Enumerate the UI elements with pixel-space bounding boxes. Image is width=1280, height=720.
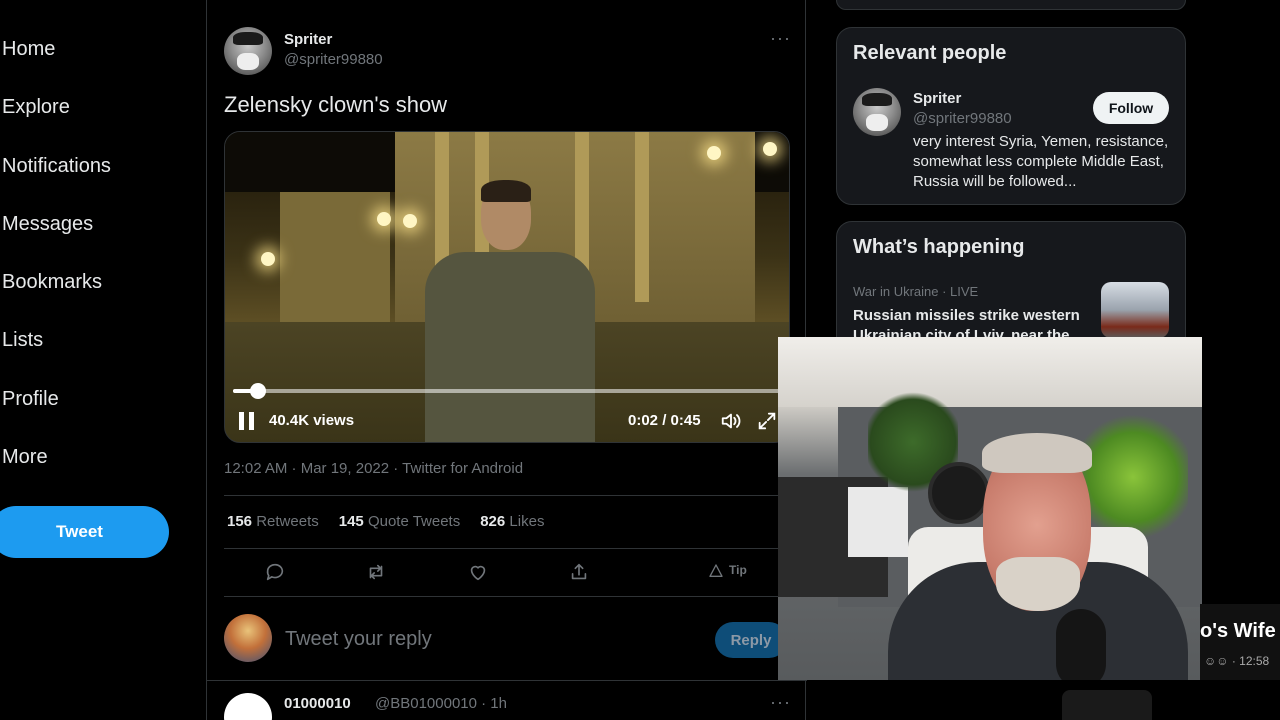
author-handle[interactable]: @spriter99880 (284, 51, 383, 68)
main-column: Spriter @spriter99880 ··· Zelensky clown… (206, 0, 807, 720)
next-tweet-name[interactable]: 01000010 (284, 695, 351, 712)
relevant-person-avatar[interactable] (853, 88, 901, 136)
webcam-fan (928, 462, 990, 524)
author-avatar[interactable] (224, 27, 272, 75)
bottom-strip (836, 680, 1280, 720)
tweet-stats: 156 Retweets 145 Quote Tweets 826 Likes (227, 513, 544, 530)
next-tweet-avatar[interactable] (224, 693, 272, 720)
tip-label[interactable]: Tip (729, 563, 747, 577)
video-time: 0:02 / 0:45 (628, 412, 701, 429)
relevant-people-card: Relevant people Spriter @spriter99880 Fo… (836, 27, 1186, 205)
reply-user-avatar[interactable] (224, 614, 272, 662)
likes-stat[interactable]: 826 Likes (480, 513, 544, 530)
relevant-person-name[interactable]: Spriter (913, 90, 961, 107)
webcam-printer (848, 487, 908, 557)
video-player[interactable]: 40.4K views 0:02 / 0:45 (224, 131, 790, 443)
video-frame-person-hair (481, 180, 531, 202)
fullscreen-icon[interactable] (756, 410, 778, 432)
nav-home[interactable]: Home (2, 38, 55, 61)
relevant-person-bio: very interest Syria, Yemen, resistance, … (913, 133, 1169, 190)
quote-tweets-stat[interactable]: 145 Quote Tweets (339, 513, 460, 530)
tweet-text: Zelensky clown's show (224, 92, 448, 117)
like-icon[interactable] (467, 561, 489, 583)
reply-icon[interactable] (264, 561, 286, 583)
video-frame-building-left (280, 192, 390, 322)
stream-ticker-text: o's Wife (1200, 620, 1276, 642)
next-tweet-handle-time[interactable]: @BB01000010 · 1h (375, 695, 507, 712)
retweet-icon[interactable] (365, 561, 387, 583)
tweet-timestamp[interactable]: 12:02 AM · Mar 19, 2022 · Twitter for An… (224, 460, 523, 477)
relevant-people-title: Relevant people (853, 42, 1007, 64)
video-frame-lamp (377, 212, 391, 226)
webcam-ceiling (778, 337, 1202, 407)
video-views: 40.4K views (269, 412, 355, 429)
pause-icon[interactable] (239, 412, 255, 430)
video-frame-column (635, 132, 649, 302)
trend-thumbnail[interactable] (1101, 282, 1169, 338)
nav-more[interactable]: More (2, 446, 48, 469)
video-frame-lamp (707, 146, 721, 160)
video-frame-lamp (403, 214, 417, 228)
whats-happening-title: What’s happening (853, 236, 1025, 258)
divider (207, 680, 807, 681)
share-icon[interactable] (568, 561, 590, 583)
tweet-button[interactable]: Tweet (0, 506, 169, 558)
divider (224, 548, 790, 549)
video-progress-bar[interactable] (233, 383, 789, 399)
bottom-thumbnail (1062, 690, 1152, 720)
nav-lists[interactable]: Lists (2, 329, 43, 352)
divider (224, 596, 790, 597)
stream-ticker-subtext: ☺☺ · 12:58 (1204, 654, 1270, 668)
webcam-person-hair (982, 433, 1092, 473)
nav-notifications[interactable]: Notifications (2, 155, 111, 178)
relevant-person-handle[interactable]: @spriter99880 (913, 110, 1012, 127)
more-options-icon[interactable]: ··· (770, 692, 791, 713)
quote-tweets-label: Quote Tweets (367, 513, 461, 530)
trend-meta: War in Ukraine · LIVE (853, 284, 979, 299)
retweets-stat[interactable]: 156 Retweets (227, 513, 319, 530)
likes-label: Likes (509, 513, 545, 530)
webcam-person-beard (996, 557, 1080, 611)
tip-icon[interactable] (708, 563, 724, 579)
webcam-overlay (778, 337, 1202, 680)
follow-button[interactable]: Follow (1093, 92, 1169, 124)
video-frame-person-body (425, 252, 595, 442)
search-card-edge (836, 0, 1186, 10)
microphone-icon (1056, 609, 1106, 680)
likes-count: 826 (480, 513, 506, 530)
nav-profile[interactable]: Profile (2, 388, 59, 411)
nav-explore[interactable]: Explore (2, 96, 70, 119)
nav-messages[interactable]: Messages (2, 213, 93, 236)
retweets-count: 156 (227, 513, 253, 530)
video-frame-lamp (261, 252, 275, 266)
more-options-icon[interactable]: ··· (770, 28, 791, 49)
author-name[interactable]: Spriter (284, 31, 332, 48)
page: Home Explore Notifications Messages Book… (0, 0, 1280, 720)
reply-button[interactable]: Reply (715, 622, 787, 658)
reply-input[interactable]: Tweet your reply (285, 628, 432, 651)
quote-tweets-count: 145 (338, 513, 364, 530)
primary-nav: Home Explore Notifications Messages Book… (0, 0, 205, 720)
retweets-label: Retweets (256, 513, 319, 530)
divider (224, 495, 790, 496)
nav-bookmarks[interactable]: Bookmarks (2, 271, 102, 294)
video-frame-lamp (763, 142, 777, 156)
webcam-plant (1078, 407, 1188, 547)
volume-icon[interactable] (720, 410, 742, 432)
video-scrubber-handle[interactable] (249, 383, 266, 399)
